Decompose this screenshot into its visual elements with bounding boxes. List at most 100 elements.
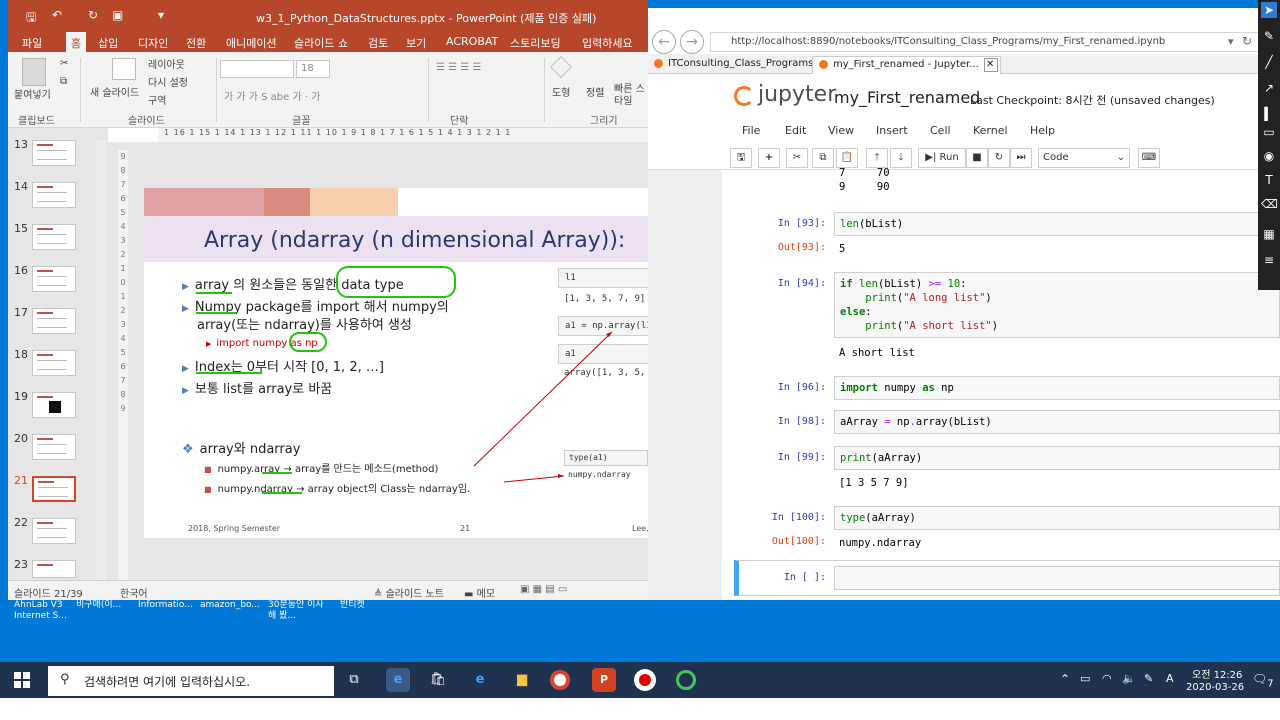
slide-thumbnails-pane[interactable]: 13 14 15 16 17 18 19 20 21 22 23 [8,128,108,580]
dropdown-icon[interactable]: ▾ [1228,35,1234,48]
browser-tab[interactable]: ITConsulting_Class_Programs/ [648,56,823,74]
empty-code-cell[interactable] [834,566,1280,590]
tab-design[interactable]: 디자인 [138,35,168,51]
view-buttons[interactable]: ▣ ▦ ▤ ▭ [520,584,567,595]
restart-icon[interactable]: ↻ [988,148,1010,168]
menu-edit[interactable]: Edit [785,124,806,137]
slide-thumbnail[interactable] [32,224,76,250]
desktop-icon[interactable]: Informatio... [138,600,193,611]
ie-taskbar-icon[interactable]: e [386,668,410,692]
pen-workspace-icon[interactable]: ✎ [1144,672,1153,685]
tell-me-input[interactable]: 입력하세요 [582,35,633,51]
eraser-tool-icon[interactable]: ⌫ [1261,196,1278,212]
tab-home[interactable]: 홈 [66,32,87,52]
arrange-button[interactable]: 정렬 [586,84,604,99]
copy-icon[interactable]: ⧉ [812,148,834,168]
new-slide-button[interactable]: 새 슬라이드 [90,84,139,99]
add-cell-icon[interactable]: + [758,148,780,168]
comments-button[interactable]: ▬ 메모 [464,585,495,600]
network-icon[interactable]: ◠ [1102,672,1112,685]
tab-storyboarding[interactable]: 스토리보딩 [510,35,561,51]
shapes-button[interactable]: 도형 [552,84,570,99]
tab-view[interactable]: 보기 [406,35,426,51]
reset-button[interactable]: 다시 설정 [148,74,188,89]
edge-icon[interactable]: e [468,668,492,692]
run-button[interactable]: ▶| Run [918,148,966,168]
text-tool-icon[interactable]: T [1261,172,1277,188]
refresh-icon[interactable]: ↻ [1242,34,1252,48]
new-tab-button[interactable] [984,58,998,72]
menu-tool-icon[interactable]: ≡ [1261,252,1277,268]
code-cell[interactable]: import numpy as np [834,376,1280,400]
chrome-icon[interactable] [550,670,570,690]
tray-chevron-icon[interactable]: ⌃ [1060,672,1070,686]
address-bar[interactable]: http://localhost:8890/notebooks/ITConsul… [710,32,1262,52]
font-name-select[interactable] [220,60,294,78]
desktop-icon[interactable]: 반티켓 [340,600,365,611]
code-cell[interactable]: type(aArray) [834,506,1280,530]
start-slideshow-icon[interactable]: ▣ [112,8,123,22]
cell-type-select[interactable]: Code ⌄ [1038,148,1130,168]
tab-acrobat[interactable]: ACROBAT [446,35,498,48]
store-icon[interactable]: 🛍 [426,668,450,692]
cut-icon[interactable]: ✂ [786,148,808,168]
notebook-name[interactable]: my_First_renamed [834,88,980,107]
menu-kernel[interactable]: Kernel [973,124,1008,137]
paragraph-buttons[interactable]: ☰ ☰ ☰ ☰ [436,62,481,73]
slide-thumbnail[interactable] [32,434,76,460]
jupyter-logo[interactable]: jupyter [758,82,836,107]
redo-icon[interactable]: ↻ [88,8,98,22]
slide-thumbnail-selected[interactable] [32,476,76,502]
clock-date[interactable]: 2020-03-26 [1186,682,1244,693]
qa-customize-icon[interactable]: ▾ [158,8,164,22]
copy-icon[interactable]: ⧉ [60,76,67,87]
app-ring-icon[interactable] [676,670,696,690]
new-slide-icon[interactable] [112,58,136,80]
task-view-icon[interactable]: ⧉ [342,668,366,692]
clock-time[interactable]: 오전 12:26 [1192,666,1242,681]
undo-icon[interactable]: ↶ [52,8,62,22]
slide-thumbnail[interactable] [32,392,76,418]
notification-icon[interactable]: 🗨7 [1252,672,1274,689]
grid-tool-icon[interactable]: ▦ [1261,226,1277,242]
ime-icon[interactable]: A [1166,672,1174,685]
slide-thumbnail[interactable] [32,140,76,166]
save-icon[interactable]: 🖫 [730,148,752,168]
pen-tool-icon[interactable]: ✎ [1261,28,1277,44]
paste-button[interactable]: 붙여넣기 [14,86,51,101]
menu-insert[interactable]: Insert [876,124,908,137]
slide-thumbnail[interactable] [32,266,76,292]
tab-insert[interactable]: 삽입 [98,35,118,51]
code-cell[interactable]: if len(bList) >= 10: print("A long list"… [834,272,1280,338]
quick-styles-button[interactable]: 빠른 스타일 [614,84,648,108]
forward-button[interactable]: → [680,30,704,54]
back-button[interactable]: ← [652,30,676,54]
move-down-icon[interactable]: 🡓 [890,148,912,168]
tab-animations[interactable]: 애니메이션 [226,35,277,51]
desktop-icon[interactable]: 비구매(이... [76,600,121,611]
tab-transitions[interactable]: 전환 [186,35,206,51]
tab-slideshow[interactable]: 슬라이드 쇼 [294,35,348,51]
arrow-tool-icon[interactable]: ↗ [1261,80,1277,96]
fast-forward-icon[interactable]: ⏭ [1010,148,1032,168]
shapes-icon[interactable] [550,56,572,78]
menu-help[interactable]: Help [1030,124,1055,137]
battery-icon[interactable]: ▭ [1080,672,1090,685]
record-icon[interactable] [634,669,656,691]
slide-thumbnail[interactable] [32,182,76,208]
file-explorer-icon[interactable]: ▆ [510,668,534,692]
slide-thumbnail[interactable] [32,560,76,578]
browser-tab-active[interactable]: my_First_renamed - Jupyter... ✕ [812,56,1002,74]
taskbar-search[interactable]: ⚲ 검색하려면 여기에 입력하십시오. [48,666,334,696]
line-tool-icon[interactable]: ╱ [1261,54,1277,70]
cut-icon[interactable]: ✂ [60,58,68,69]
desktop-icon[interactable]: AhnLab V3 Internet S... [14,600,74,622]
keyboard-icon[interactable]: ⌨ [1138,148,1160,168]
language-status[interactable]: 한국어 [120,585,148,600]
highlighter-tool-icon[interactable]: ▍ [1261,106,1277,122]
slide-canvas[interactable]: Array (ndarray (n dimensional Array)): ▶… [144,188,648,538]
volume-icon[interactable]: 🔈 [1122,672,1136,685]
paste-icon[interactable] [22,58,46,86]
move-up-icon[interactable]: 🡑 [866,148,888,168]
thumbs-scrollbar[interactable] [96,140,106,580]
